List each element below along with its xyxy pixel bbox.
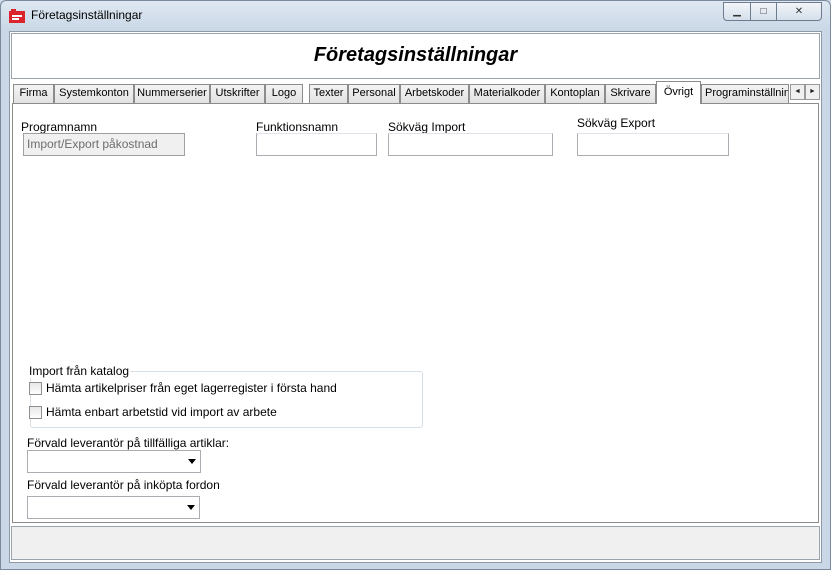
programnamn-field[interactable]: Import/Export påkostnad bbox=[23, 133, 185, 156]
arbetstid-label: Hämta enbart arbetstid vid import av arb… bbox=[46, 405, 277, 419]
arbetstid-checkbox[interactable] bbox=[29, 405, 42, 419]
minimize-icon: ▁ bbox=[733, 6, 741, 17]
tab-skrivare[interactable]: Skrivare bbox=[605, 84, 656, 103]
tab-logo[interactable]: Logo bbox=[265, 84, 303, 103]
tab-page-ovrigt: Programnamn Import/Export påkostnad Funk… bbox=[12, 103, 819, 523]
chevron-down-icon bbox=[187, 505, 195, 510]
chevron-down-icon bbox=[188, 459, 196, 464]
import-group-box bbox=[30, 371, 423, 428]
maximize-icon: □ bbox=[760, 6, 767, 17]
chevron-right-icon: ► bbox=[809, 88, 816, 95]
tab-nummerserier[interactable]: Nummerserier bbox=[134, 84, 210, 103]
sokvag-import-field[interactable] bbox=[388, 133, 553, 156]
tab-utskrifter[interactable]: Utskrifter bbox=[210, 84, 265, 103]
artikelpriser-option[interactable]: Hämta artikelpriser från eget lagerregis… bbox=[29, 381, 337, 395]
minimize-button[interactable]: ▁ bbox=[723, 2, 751, 21]
artikelpriser-checkbox[interactable] bbox=[29, 381, 42, 395]
client-area: Företagsinställningar Firma Systemkonton… bbox=[9, 31, 822, 563]
tab-systemkonton[interactable]: Systemkonton bbox=[54, 84, 134, 103]
leverantor-tillfalliga-label: Förvald leverantör på tillfälliga artikl… bbox=[27, 436, 230, 450]
tab-kontoplan[interactable]: Kontoplan bbox=[545, 84, 605, 103]
chevron-left-icon: ◄ bbox=[794, 88, 801, 95]
leverantor-fordon-select[interactable] bbox=[27, 496, 200, 519]
page-title: Företagsinställningar bbox=[313, 44, 518, 66]
artikelpriser-label: Hämta artikelpriser från eget lagerregis… bbox=[46, 381, 337, 395]
app-window: Företagsinställningar ▁ □ ✕ Företagsinst… bbox=[0, 0, 831, 570]
tab-strip: Firma Systemkonton Nummerserier Utskrift… bbox=[13, 81, 820, 104]
funktionsnamn-label: Funktionsnamn bbox=[256, 120, 339, 134]
sokvag-export-label: Sökväg Export bbox=[577, 116, 656, 130]
close-icon: ✕ bbox=[794, 6, 804, 17]
title-bar[interactable]: Företagsinställningar ▁ □ ✕ bbox=[1, 1, 830, 31]
tab-firma[interactable]: Firma bbox=[13, 84, 54, 103]
maximize-button[interactable]: □ bbox=[750, 2, 777, 21]
tab-scroll-left-button[interactable]: ◄ bbox=[790, 84, 805, 100]
leverantor-tillfalliga-select[interactable] bbox=[27, 450, 201, 473]
tab-programinstallningar[interactable]: Programinställningar bbox=[701, 84, 789, 103]
leverantor-fordon-label: Förvald leverantör på inköpta fordon bbox=[27, 478, 220, 492]
tab-arbetskoder[interactable]: Arbetskoder bbox=[400, 84, 469, 103]
import-group-title: Import från katalog bbox=[28, 364, 131, 378]
arbetstid-option[interactable]: Hämta enbart arbetstid vid import av arb… bbox=[29, 405, 277, 419]
status-panel bbox=[11, 526, 820, 560]
programnamn-label: Programnamn bbox=[21, 120, 98, 134]
tab-personal[interactable]: Personal bbox=[348, 84, 400, 103]
window-title: Företagsinställningar bbox=[31, 8, 143, 22]
tab-texter[interactable]: Texter bbox=[309, 84, 348, 103]
close-button[interactable]: ✕ bbox=[776, 2, 822, 21]
sokvag-export-field[interactable] bbox=[577, 133, 729, 156]
tab-scroll-right-button[interactable]: ► bbox=[805, 84, 820, 100]
header-panel: Företagsinställningar bbox=[11, 33, 820, 79]
funktionsnamn-field[interactable] bbox=[256, 133, 377, 156]
sokvag-import-label: Sökväg Import bbox=[388, 120, 466, 134]
app-icon bbox=[9, 9, 25, 23]
tab-materialkoder[interactable]: Materialkoder bbox=[469, 84, 545, 103]
tab-ovrigt[interactable]: Övrigt bbox=[656, 81, 701, 104]
